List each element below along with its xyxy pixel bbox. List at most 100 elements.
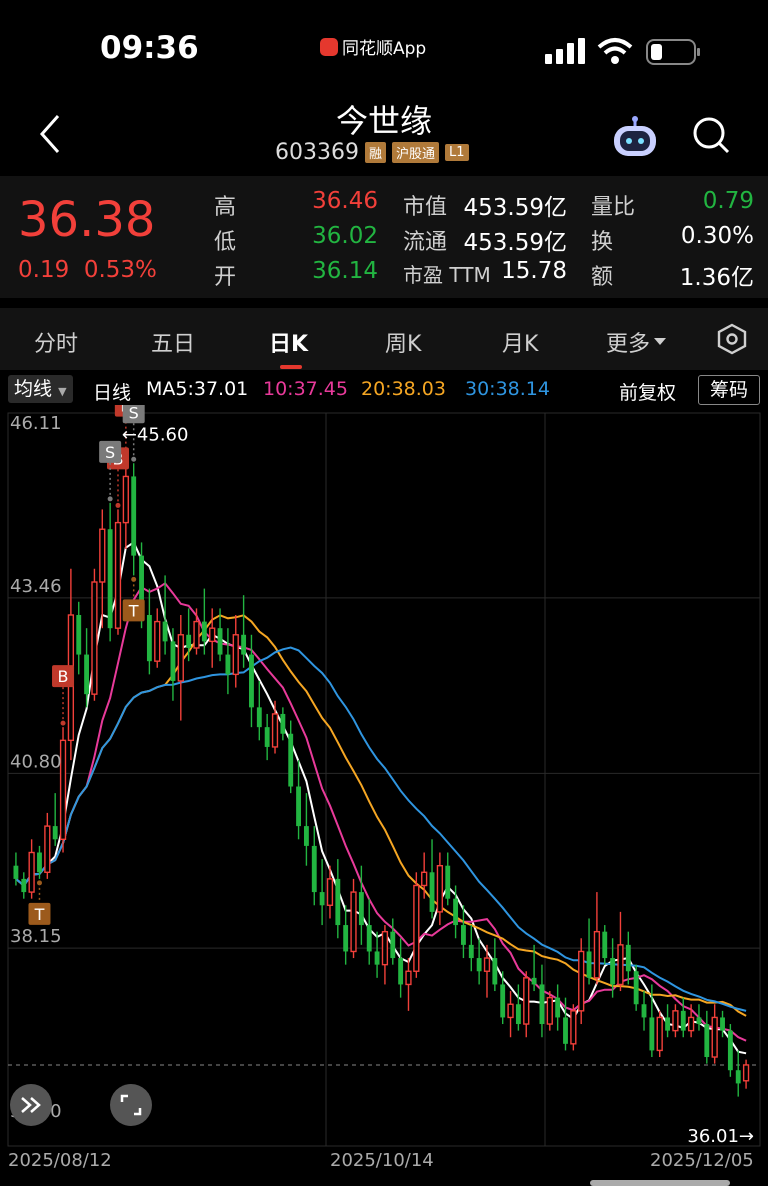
marker-dot	[115, 502, 121, 508]
robot-assistant-icon[interactable]	[612, 114, 658, 158]
candle-body	[445, 865, 451, 899]
y-tick-label: 46.11	[10, 413, 62, 434]
marker-label: B	[58, 667, 69, 686]
candle	[59, 727, 67, 853]
candle	[523, 971, 530, 1038]
candle-body	[170, 641, 176, 681]
candle-body	[413, 884, 420, 972]
expand-sidebar-button[interactable]	[10, 1084, 52, 1126]
value-pe: 15.78	[501, 258, 567, 284]
stock-code-line: 603369 融 沪股通 L1	[275, 140, 469, 165]
badge-level: L1	[445, 144, 469, 161]
candle-body	[122, 475, 129, 524]
kline-chart[interactable]: BBBSSTT 46.1143.4640.8038.1535.502025/08…	[0, 405, 768, 1175]
candlesticks	[13, 456, 750, 1097]
search-icon[interactable]	[690, 114, 734, 158]
candle-body	[720, 1017, 725, 1031]
candle	[311, 826, 317, 906]
candle	[350, 878, 357, 959]
candle	[665, 1004, 670, 1038]
ma-selector-button[interactable]: 均线 ▼	[8, 375, 73, 403]
candle-body	[546, 996, 553, 1025]
candle	[593, 892, 601, 985]
label-turnover: 换	[591, 230, 614, 255]
candle	[507, 991, 514, 1038]
marker-dot	[36, 880, 42, 886]
candle-body	[91, 581, 98, 695]
candle	[154, 608, 161, 668]
marker-dot	[123, 450, 129, 456]
candle-body	[374, 951, 380, 965]
candle-body	[319, 892, 325, 906]
candle	[515, 984, 521, 1031]
candle-body	[672, 1010, 679, 1032]
candle-body	[84, 654, 90, 695]
candle-body	[326, 878, 334, 906]
candle-body	[593, 930, 601, 979]
candle-body	[76, 614, 82, 655]
candle-body	[704, 1024, 710, 1058]
last-price-marker: 36.01→	[687, 1126, 754, 1147]
candle-body	[296, 786, 301, 827]
x-tick-label: 2025/08/12	[8, 1150, 112, 1171]
marker-dot	[131, 576, 137, 582]
candle	[742, 1059, 750, 1089]
tab-weekly-k[interactable]: 周K	[385, 326, 421, 358]
chip-distribution-button[interactable]: 筹码	[698, 375, 760, 405]
candle	[76, 601, 82, 675]
marker-label: S	[105, 443, 115, 462]
candle	[539, 964, 545, 1038]
candle	[381, 925, 389, 985]
candle-body	[249, 654, 254, 708]
candle-body	[641, 1004, 647, 1018]
settings-hexagon-icon[interactable]	[716, 323, 748, 355]
tab-intraday[interactable]: 分时	[34, 326, 78, 358]
caret-down-icon	[654, 338, 667, 345]
ma-selector-label: 均线	[14, 378, 53, 400]
tab-daily-k[interactable]: 日K	[269, 326, 308, 358]
candle-body	[288, 733, 294, 787]
candle-body	[381, 930, 389, 966]
candle	[303, 793, 309, 866]
tab-monthly-k[interactable]: 月K	[502, 326, 538, 358]
candle-body	[483, 957, 491, 972]
candle-body	[515, 1004, 521, 1025]
candle	[468, 925, 474, 972]
candle-body	[696, 1017, 702, 1025]
candle-body	[241, 634, 247, 655]
candle	[241, 595, 247, 668]
candle	[225, 628, 231, 695]
candle	[343, 905, 349, 965]
battery-icon	[646, 39, 700, 65]
candle-body	[201, 621, 207, 642]
adjust-mode[interactable]: 前复权	[619, 378, 676, 405]
high-price-marker: ←45.60	[122, 425, 189, 446]
candle-body	[209, 627, 216, 643]
candle-body	[610, 958, 616, 985]
candle	[335, 859, 341, 939]
tab-five-day[interactable]: 五日	[151, 326, 195, 358]
value-mktcap: 453.59亿	[463, 195, 567, 221]
candle-body	[531, 977, 537, 985]
candle	[366, 898, 372, 965]
candle-body	[742, 1064, 750, 1082]
tab-more[interactable]: 更多	[606, 326, 667, 358]
candle-body	[436, 864, 444, 913]
candle	[264, 713, 270, 761]
period-label: 日线	[93, 382, 132, 404]
candle	[672, 1004, 679, 1038]
marker-dot	[131, 456, 137, 462]
fullscreen-button[interactable]	[110, 1084, 152, 1126]
app-logo-icon	[320, 37, 338, 56]
value-high: 36.46	[312, 188, 378, 214]
tab-more-label: 更多	[606, 332, 651, 357]
candle-body	[256, 707, 262, 728]
label-low: 低	[214, 230, 237, 255]
app-name: 同花顺App	[342, 39, 427, 59]
candle	[319, 859, 325, 926]
candle	[405, 958, 412, 1011]
candle-body	[232, 634, 239, 676]
candle	[232, 614, 239, 688]
candle-body	[570, 1010, 577, 1045]
candle-body	[563, 1017, 568, 1044]
